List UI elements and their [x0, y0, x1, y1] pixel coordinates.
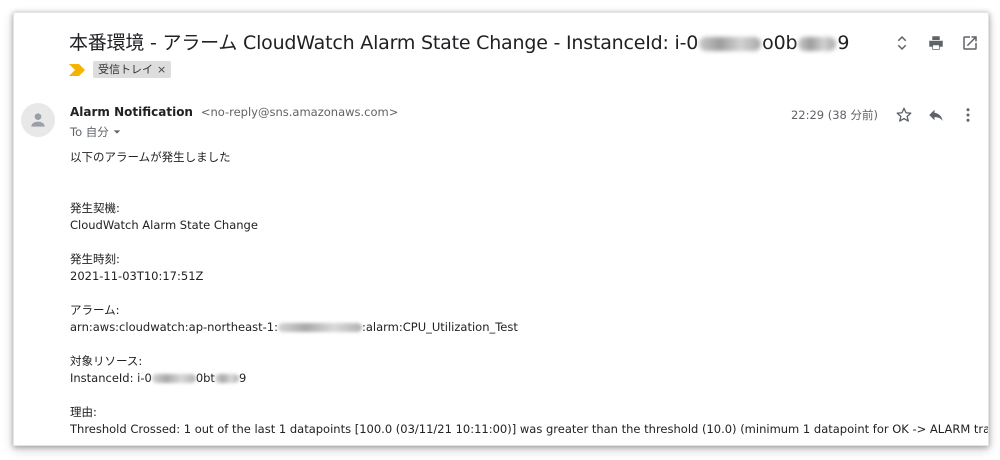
print-icon[interactable]: [926, 33, 946, 53]
section-value: CloudWatch Alarm State Change: [70, 218, 258, 232]
chevron-down-icon[interactable]: [113, 128, 121, 136]
section-value: 2021-11-03T10:17:51Z: [70, 269, 204, 283]
redacted-account-id: [277, 323, 362, 332]
sender-line: Alarm Notification <no-reply@sns.amazona…: [70, 105, 398, 119]
section-key: 発生時刻:: [70, 252, 120, 266]
message-actions: 22:29 (38 分前): [791, 105, 978, 125]
section-key: 対象リソース:: [70, 354, 143, 368]
section-key: 理由:: [70, 405, 97, 419]
label-row: 受信トレイ ×: [69, 61, 172, 78]
thread-toolbar: [892, 33, 980, 53]
recipient-line[interactable]: To 自分: [70, 124, 121, 140]
sender-email: <no-reply@sns.amazonaws.com>: [200, 105, 399, 119]
section-trigger: 発生契機: CloudWatch Alarm State Change: [70, 200, 970, 234]
more-options-icon[interactable]: [958, 105, 978, 125]
redacted-instance-id-part: [214, 374, 239, 383]
section-reason: 理由: Threshold Crossed: 1 out of the last…: [70, 404, 989, 438]
avatar[interactable]: [21, 103, 55, 137]
resource-prefix: InstanceId: i-0: [70, 371, 152, 385]
email-view: 本番環境 - アラーム CloudWatch Alarm State Chang…: [13, 12, 989, 446]
importance-marker-icon[interactable]: [69, 63, 85, 76]
subject-text-prefix: 本番環境 - アラーム CloudWatch Alarm State Chang…: [69, 32, 699, 54]
open-in-new-window-icon[interactable]: [960, 33, 980, 53]
redacted-instance-id-part: [151, 374, 196, 383]
inbox-label-text: 受信トレイ: [98, 63, 153, 76]
section-resource: 対象リソース: InstanceId: i-0 0bt 9: [70, 353, 970, 387]
star-icon[interactable]: [894, 105, 914, 125]
subject-text-suffix: 9: [837, 32, 850, 54]
body-intro: 以下のアラームが発生しました: [70, 150, 231, 164]
message-timestamp: 22:29 (38 分前): [790, 108, 878, 122]
reply-icon[interactable]: [926, 105, 946, 125]
remove-label-icon[interactable]: ×: [157, 63, 166, 76]
alarm-arn-prefix: arn:aws:cloudwatch:ap-northeast-1:: [70, 320, 278, 334]
recipient-text: To 自分: [70, 125, 109, 139]
subject-text-middle: o0b: [762, 32, 798, 54]
section-alarm: アラーム: arn:aws:cloudwatch:ap-northeast-1:…: [70, 302, 970, 336]
redacted-instance-id-part: [798, 36, 837, 51]
email-subject: 本番環境 - アラーム CloudWatch Alarm State Chang…: [69, 28, 849, 55]
section-value: InstanceId: i-0 0bt 9: [70, 370, 970, 387]
section-value: arn:aws:cloudwatch:ap-northeast-1: :alarm…: [70, 319, 970, 336]
resource-suffix: 9: [238, 371, 247, 385]
person-icon: [31, 113, 45, 127]
section-value: Threshold Crossed: 1 out of the last 1 d…: [70, 422, 989, 436]
section-key: 発生契機:: [70, 201, 120, 215]
section-key: アラーム:: [70, 303, 120, 317]
resource-middle: 0bt: [195, 371, 215, 385]
inbox-label-chip[interactable]: 受信トレイ ×: [93, 61, 172, 78]
section-time: 発生時刻: 2021-11-03T10:17:51Z: [70, 251, 970, 285]
redacted-instance-id-part: [699, 36, 762, 51]
sender-name[interactable]: Alarm Notification: [70, 105, 193, 119]
expand-collapse-icon[interactable]: [892, 33, 912, 53]
message-body: 以下のアラームが発生しました 発生契機: CloudWatch Alarm St…: [70, 149, 989, 445]
alarm-arn-suffix: :alarm:CPU_Utilization_Test: [361, 320, 518, 334]
